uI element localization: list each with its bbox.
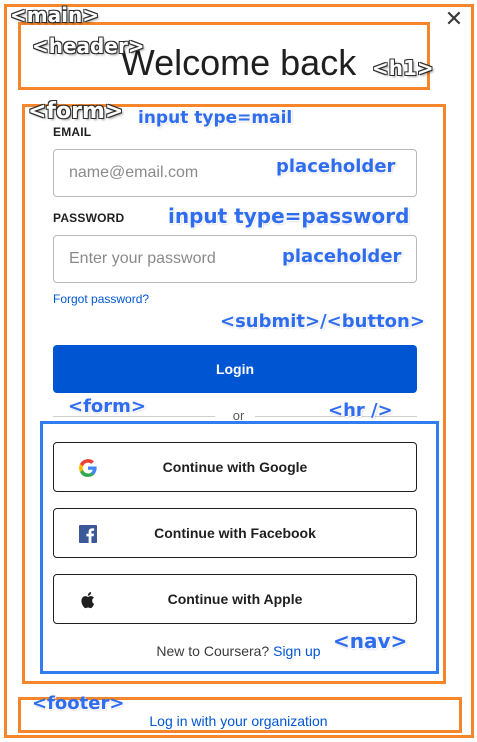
close-icon[interactable]: ✕ xyxy=(444,9,464,31)
nav-tag: <nav> xyxy=(333,629,408,653)
sign-up-link[interactable]: Sign up xyxy=(273,643,320,659)
google-button-label: Continue with Google xyxy=(162,459,308,475)
email-label: EMAIL xyxy=(53,125,92,139)
password-label: PASSWORD xyxy=(53,211,125,225)
form2-tag: <form> xyxy=(68,396,146,417)
placeholder-password-tag: placeholder xyxy=(282,246,402,267)
input-password-tag: input type=password xyxy=(168,204,410,228)
signup-prompt: New to Coursera? xyxy=(156,643,270,659)
facebook-button-label: Continue with Facebook xyxy=(154,525,316,541)
forgot-password-link[interactable]: Forgot password? xyxy=(53,292,149,306)
apple-button-label: Continue with Apple xyxy=(167,591,303,607)
continue-with-facebook-button[interactable]: Continue with Facebook xyxy=(53,508,417,558)
continue-with-google-button[interactable]: Continue with Google xyxy=(53,442,417,492)
main-tag: <main> xyxy=(10,3,99,27)
hr-tag: <hr /> xyxy=(328,400,393,421)
footer-tag: <footer> xyxy=(32,693,125,714)
login-button[interactable]: Login xyxy=(53,345,417,393)
organization-login-link[interactable]: Log in with your organization xyxy=(0,713,477,729)
form-tag: <form> xyxy=(28,99,124,124)
header-tag: <header> xyxy=(32,34,145,58)
input-email-tag: input type=mail xyxy=(138,108,293,128)
submit-tag: <submit>/<button> xyxy=(220,311,425,332)
placeholder-email-tag: placeholder xyxy=(276,156,396,177)
h1-tag: <h1> xyxy=(372,56,434,80)
continue-with-apple-button[interactable]: Continue with Apple xyxy=(53,574,417,624)
